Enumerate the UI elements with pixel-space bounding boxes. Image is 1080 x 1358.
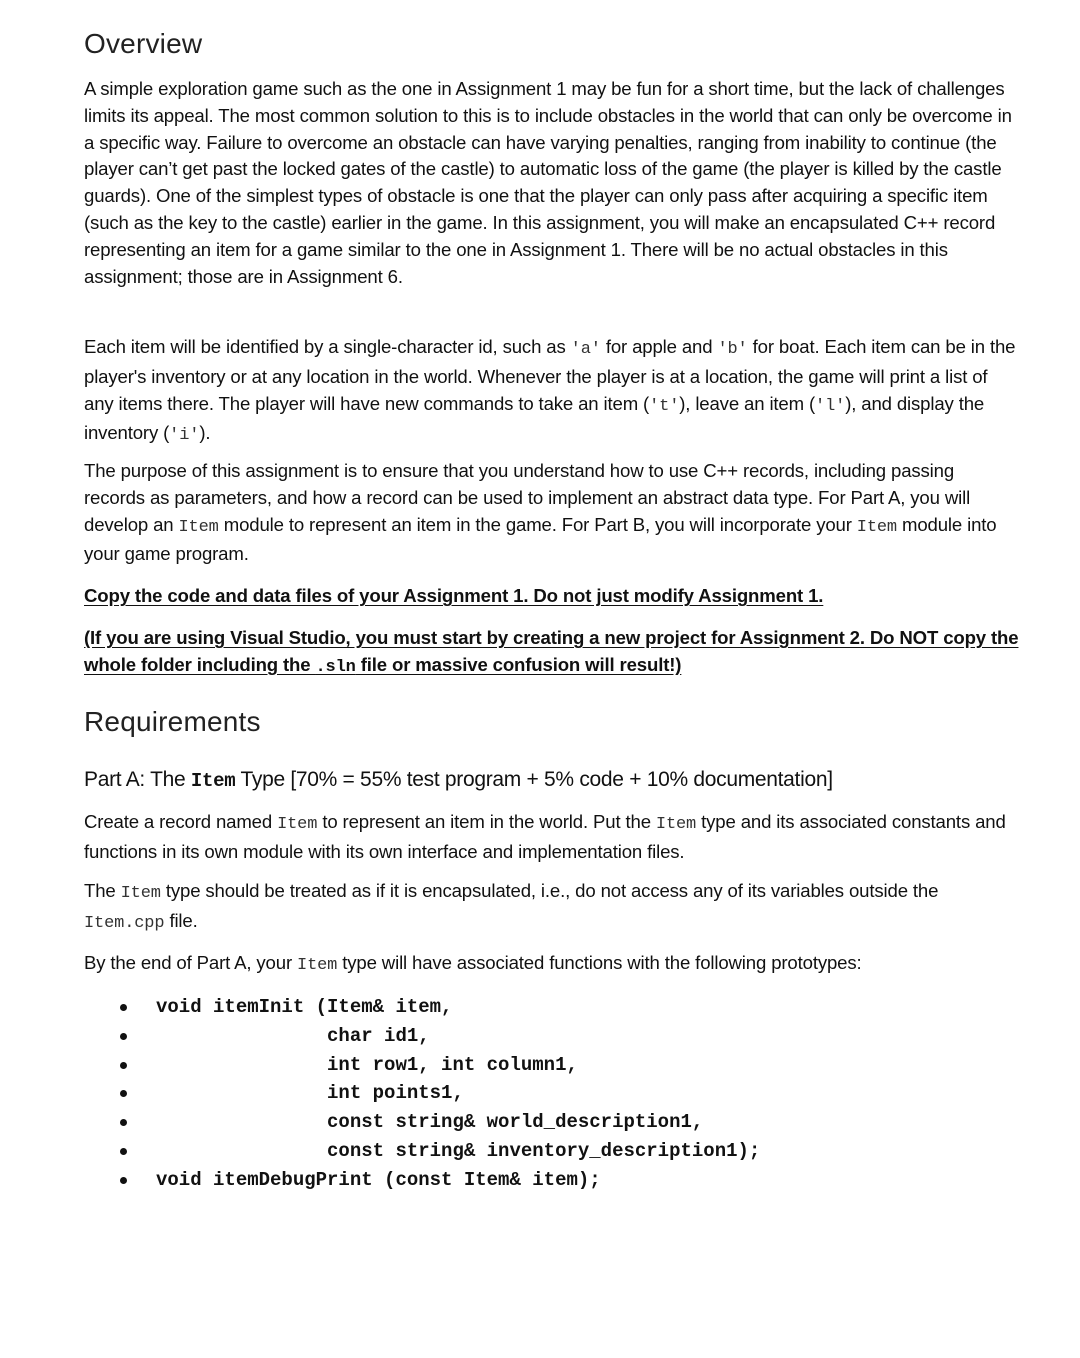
- requirements-heading: Requirements: [84, 706, 261, 737]
- code-leave-command: 'l': [815, 396, 846, 416]
- part-a-heading: Part A: The Item Type [70% = 55% test pr…: [84, 768, 833, 792]
- text: Type [70% = 55% test program + 5% code +…: [235, 768, 833, 791]
- code-item-cpp: Item.cpp: [84, 913, 165, 933]
- overview-paragraph-2: Each item will be identified by a single…: [84, 334, 1019, 450]
- code-boat-id: 'b': [717, 340, 748, 359]
- text: file.: [164, 909, 198, 931]
- code-text: const string& world_description1,: [156, 1111, 704, 1134]
- text: type should be treated as if it is encap…: [160, 880, 939, 901]
- text: The: [84, 880, 121, 901]
- code-take-command: 't': [649, 396, 680, 416]
- code-text: int row1, int column1,: [156, 1053, 578, 1076]
- code-inventory-command: 'i': [169, 426, 200, 446]
- bullet-icon: [120, 1061, 127, 1069]
- text: for apple and: [600, 336, 718, 357]
- text: Each item will be identified by a single…: [84, 336, 571, 357]
- text: ), leave an item (: [679, 392, 816, 414]
- code-item: Item: [178, 517, 219, 537]
- bullet-icon: [120, 1090, 127, 1098]
- bullet-icon: [120, 1004, 127, 1011]
- text: By the end of Part A, your: [84, 952, 298, 973]
- code-text: void itemDebugPrint (const Item& item);: [156, 1168, 601, 1191]
- text: module to represent an item in the game.…: [218, 513, 857, 535]
- text: to represent an item in the world. Put t…: [317, 811, 656, 832]
- part-a-paragraph-1: Create a record named Item to represent …: [84, 809, 1019, 866]
- text: file or massive confusion will result!): [355, 653, 682, 675]
- code-text: char id1,: [156, 1024, 430, 1047]
- code-text: const string& inventory_description1);: [156, 1139, 761, 1162]
- part-a-paragraph-3: By the end of Part A, your Item type wil…: [84, 950, 1019, 980]
- visual-studio-warning: (If you are using Visual Studio, you mus…: [84, 625, 1019, 682]
- code-sln: .sln: [315, 657, 356, 677]
- code-item: Item: [120, 884, 161, 903]
- code-item: Item: [190, 770, 236, 792]
- code-text: void itemInit (Item& item,: [156, 996, 453, 1018]
- bullet-icon: [120, 1147, 127, 1155]
- overview-heading: Overview: [84, 28, 203, 59]
- overview-paragraph-3: The purpose of this assignment is to ens…: [84, 458, 1019, 568]
- code-apple-id: 'a': [570, 340, 601, 359]
- text: Part A: The: [84, 768, 191, 791]
- code-item: Item: [856, 517, 897, 537]
- code-item: Item: [297, 956, 338, 975]
- text: type will have associated functions with…: [337, 952, 862, 973]
- code-item: Item: [277, 815, 318, 834]
- copy-warning: Copy the code and data files of your Ass…: [84, 585, 824, 606]
- bullet-icon: [120, 1176, 127, 1184]
- part-a-paragraph-2: The Item type should be treated as if it…: [84, 878, 1019, 938]
- text: ).: [199, 422, 211, 444]
- bullet-icon: [120, 1032, 127, 1040]
- bullet-icon: [120, 1119, 127, 1127]
- text: Create a record named: [84, 811, 278, 832]
- code-item: Item: [655, 815, 697, 834]
- code-text: int points1,: [156, 1082, 464, 1105]
- overview-paragraph-1: A simple exploration game such as the on…: [84, 78, 1012, 287]
